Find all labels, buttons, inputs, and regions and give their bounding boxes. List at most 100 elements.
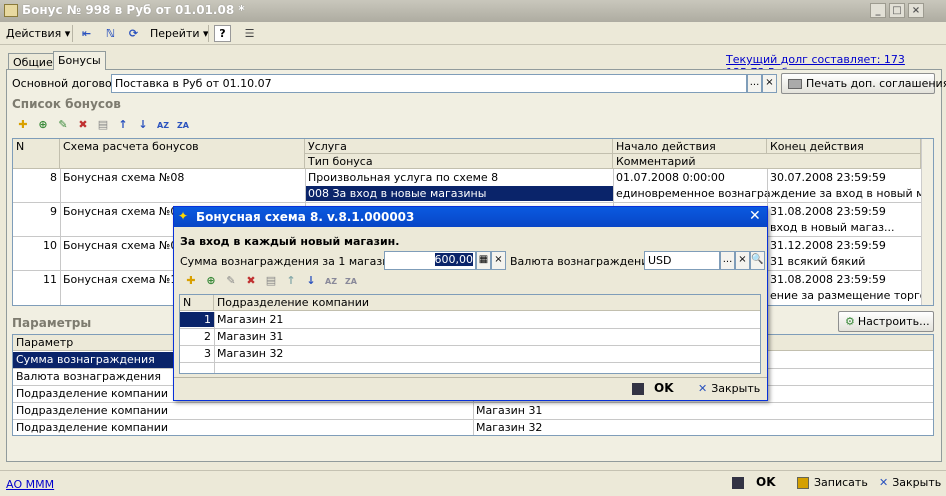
col-scheme[interactable]: Схема расчета бонусов (60, 139, 305, 169)
currency-label: Валюта вознаграждения: (510, 255, 659, 268)
row-n[interactable]: 11 (13, 272, 60, 287)
row-n-selected[interactable]: 1 (180, 312, 214, 327)
param-value[interactable]: Магазин 31 (473, 403, 933, 418)
col-bonus-type[interactable]: Тип бонуса (305, 154, 613, 169)
back-arrow-icon[interactable]: ⇤ (78, 25, 95, 42)
row-comment[interactable]: вход в новый магаз... (767, 220, 921, 235)
formula-icon[interactable]: ℕ (102, 25, 119, 42)
dialog-close-icon[interactable]: ✕ (749, 208, 761, 224)
row-start[interactable]: 01.07.2008 0:00:00 (613, 170, 767, 185)
actions-menu[interactable]: Действия ▾ (6, 27, 70, 40)
col-start[interactable]: Начало действия (613, 139, 767, 154)
move-down-icon[interactable]: ↓ (302, 273, 320, 289)
print-agreement-button[interactable]: Печать доп. соглашения (781, 73, 946, 94)
search-icon[interactable]: 🔍 (750, 251, 765, 270)
col-n[interactable]: N (13, 139, 60, 169)
row-service[interactable]: Произвольная услуга по схеме 8 (305, 170, 613, 185)
maximize-button[interactable]: □ (889, 3, 905, 18)
save-disk-icon (632, 382, 644, 395)
end-edit-icon[interactable]: ▤ (94, 117, 112, 133)
edit-row-icon[interactable]: ✎ (222, 273, 240, 289)
row-end[interactable]: 31.12.2008 23:59:59 (767, 238, 921, 253)
param-row-selected[interactable]: Сумма вознаграждения (13, 352, 175, 368)
toolbar-separator (72, 25, 73, 42)
row-comment[interactable]: 31 всякий бякий (767, 254, 921, 269)
department-row[interactable]: Магазин 31 (214, 329, 760, 344)
row-divider (180, 362, 760, 363)
move-down-icon[interactable]: ↓ (134, 117, 152, 133)
add-row-icon[interactable]: ✚ (182, 273, 200, 289)
row-end[interactable]: 30.07.2008 23:59:59 (767, 170, 921, 185)
close-button[interactable]: ✕ Закрыть (879, 476, 941, 489)
bonus-scheme-dialog: ✦ Бонусная схема 8. v.8.1.000003 ✕ За вх… (173, 206, 768, 401)
minimize-button[interactable]: _ (870, 3, 886, 18)
dialog-close-button[interactable]: ✕ Закрыть (698, 382, 760, 395)
amount-input[interactable]: 600,00 (384, 251, 476, 270)
clear-amount-button[interactable]: × (491, 251, 506, 270)
dialog-table-toolbar: ✚ ⊕ ✎ ✖ ▤ ↑ ↓ AZ ZA (182, 273, 362, 290)
window-title: Бонус № 998 в Руб от 01.01.08 * (22, 3, 245, 17)
row-bonus-type-selected[interactable]: 008 За вход в новые магазины (305, 186, 613, 201)
delete-row-icon[interactable]: ✖ (74, 117, 92, 133)
currency-input[interactable]: USD (644, 251, 720, 270)
row-comment[interactable]: ение за размещение торгов... (767, 288, 921, 303)
param-row[interactable]: Подразделение компании (13, 403, 473, 418)
move-up-icon[interactable]: ↑ (282, 273, 300, 289)
row-end[interactable]: 31.08.2008 23:59:59 (767, 204, 921, 219)
move-up-icon[interactable]: ↑ (114, 117, 132, 133)
help-icon[interactable]: ? (214, 25, 231, 42)
sort-desc-icon[interactable]: ZA (342, 274, 360, 290)
param-row[interactable]: Подразделение компании (13, 420, 473, 435)
row-scheme[interactable]: Бонусная схема №08 (60, 170, 305, 185)
sort-desc-icon[interactable]: ZA (174, 118, 192, 134)
dialog-ok-button[interactable]: OK (632, 381, 674, 395)
window-title-bar: Бонус № 998 в Руб от 01.01.08 * _ □ × (0, 0, 946, 22)
row-n[interactable]: 9 (13, 204, 60, 219)
user-link[interactable]: АО МММ (6, 478, 54, 491)
tab-bonuses[interactable]: Бонусы (53, 51, 106, 70)
row-n[interactable]: 2 (180, 329, 214, 344)
refresh-icon[interactable]: ⟳ (125, 25, 142, 42)
dialog-footer-divider (174, 377, 767, 378)
add-copy-icon[interactable]: ⊕ (34, 117, 52, 133)
bonus-list-heading: Список бонусов (12, 97, 121, 111)
ok-button[interactable]: OK (732, 475, 776, 489)
row-divider (13, 202, 921, 203)
row-n[interactable]: 3 (180, 346, 214, 361)
col-n[interactable]: N (180, 295, 214, 311)
row-n[interactable]: 10 (13, 238, 60, 253)
department-row[interactable]: Магазин 21 (214, 312, 760, 327)
edit-row-icon[interactable]: ✎ (54, 117, 72, 133)
clear-contract-button[interactable]: × (762, 74, 777, 93)
row-end[interactable]: 31.08.2008 23:59:59 (767, 272, 921, 287)
bonus-table-scrollbar[interactable] (921, 139, 933, 305)
delete-row-icon[interactable]: ✖ (242, 273, 260, 289)
calculator-icon[interactable]: ▦ (476, 251, 491, 270)
col-comment[interactable]: Комментарий (613, 154, 921, 169)
col-end[interactable]: Конец действия (767, 139, 921, 154)
tab-general[interactable]: Общие (8, 53, 58, 70)
sort-asc-icon[interactable]: AZ (322, 274, 340, 290)
row-n[interactable]: 8 (13, 170, 60, 185)
col-service[interactable]: Услуга (305, 139, 613, 154)
sort-asc-icon[interactable]: AZ (154, 118, 172, 134)
configure-button[interactable]: ⚙ Настроить... (838, 311, 934, 332)
clear-currency-button[interactable]: × (735, 251, 750, 270)
save-button[interactable]: Записать (797, 476, 868, 489)
goto-menu[interactable]: Перейти ▾ (150, 27, 209, 40)
add-copy-icon[interactable]: ⊕ (202, 273, 220, 289)
close-window-button[interactable]: × (908, 3, 924, 18)
end-edit-icon[interactable]: ▤ (262, 273, 280, 289)
dialog-heading: За вход в каждый новый магазин. (180, 235, 400, 248)
departments-table: N Подразделение компании 1 Магазин 21 2 … (179, 294, 761, 374)
select-currency-button[interactable]: ... (720, 251, 735, 270)
main-contract-field[interactable]: Поставка в Руб от 01.10.07 (111, 74, 747, 93)
add-row-icon[interactable]: ✚ (14, 117, 32, 133)
col-department[interactable]: Подразделение компании (214, 295, 760, 311)
document-icon (4, 4, 18, 17)
close-icon: ✕ (698, 382, 708, 395)
select-contract-button[interactable]: ... (747, 74, 762, 93)
list-icon[interactable]: ☰ (241, 25, 258, 42)
department-row[interactable]: Магазин 32 (214, 346, 760, 361)
param-value[interactable]: Магазин 32 (473, 420, 933, 435)
